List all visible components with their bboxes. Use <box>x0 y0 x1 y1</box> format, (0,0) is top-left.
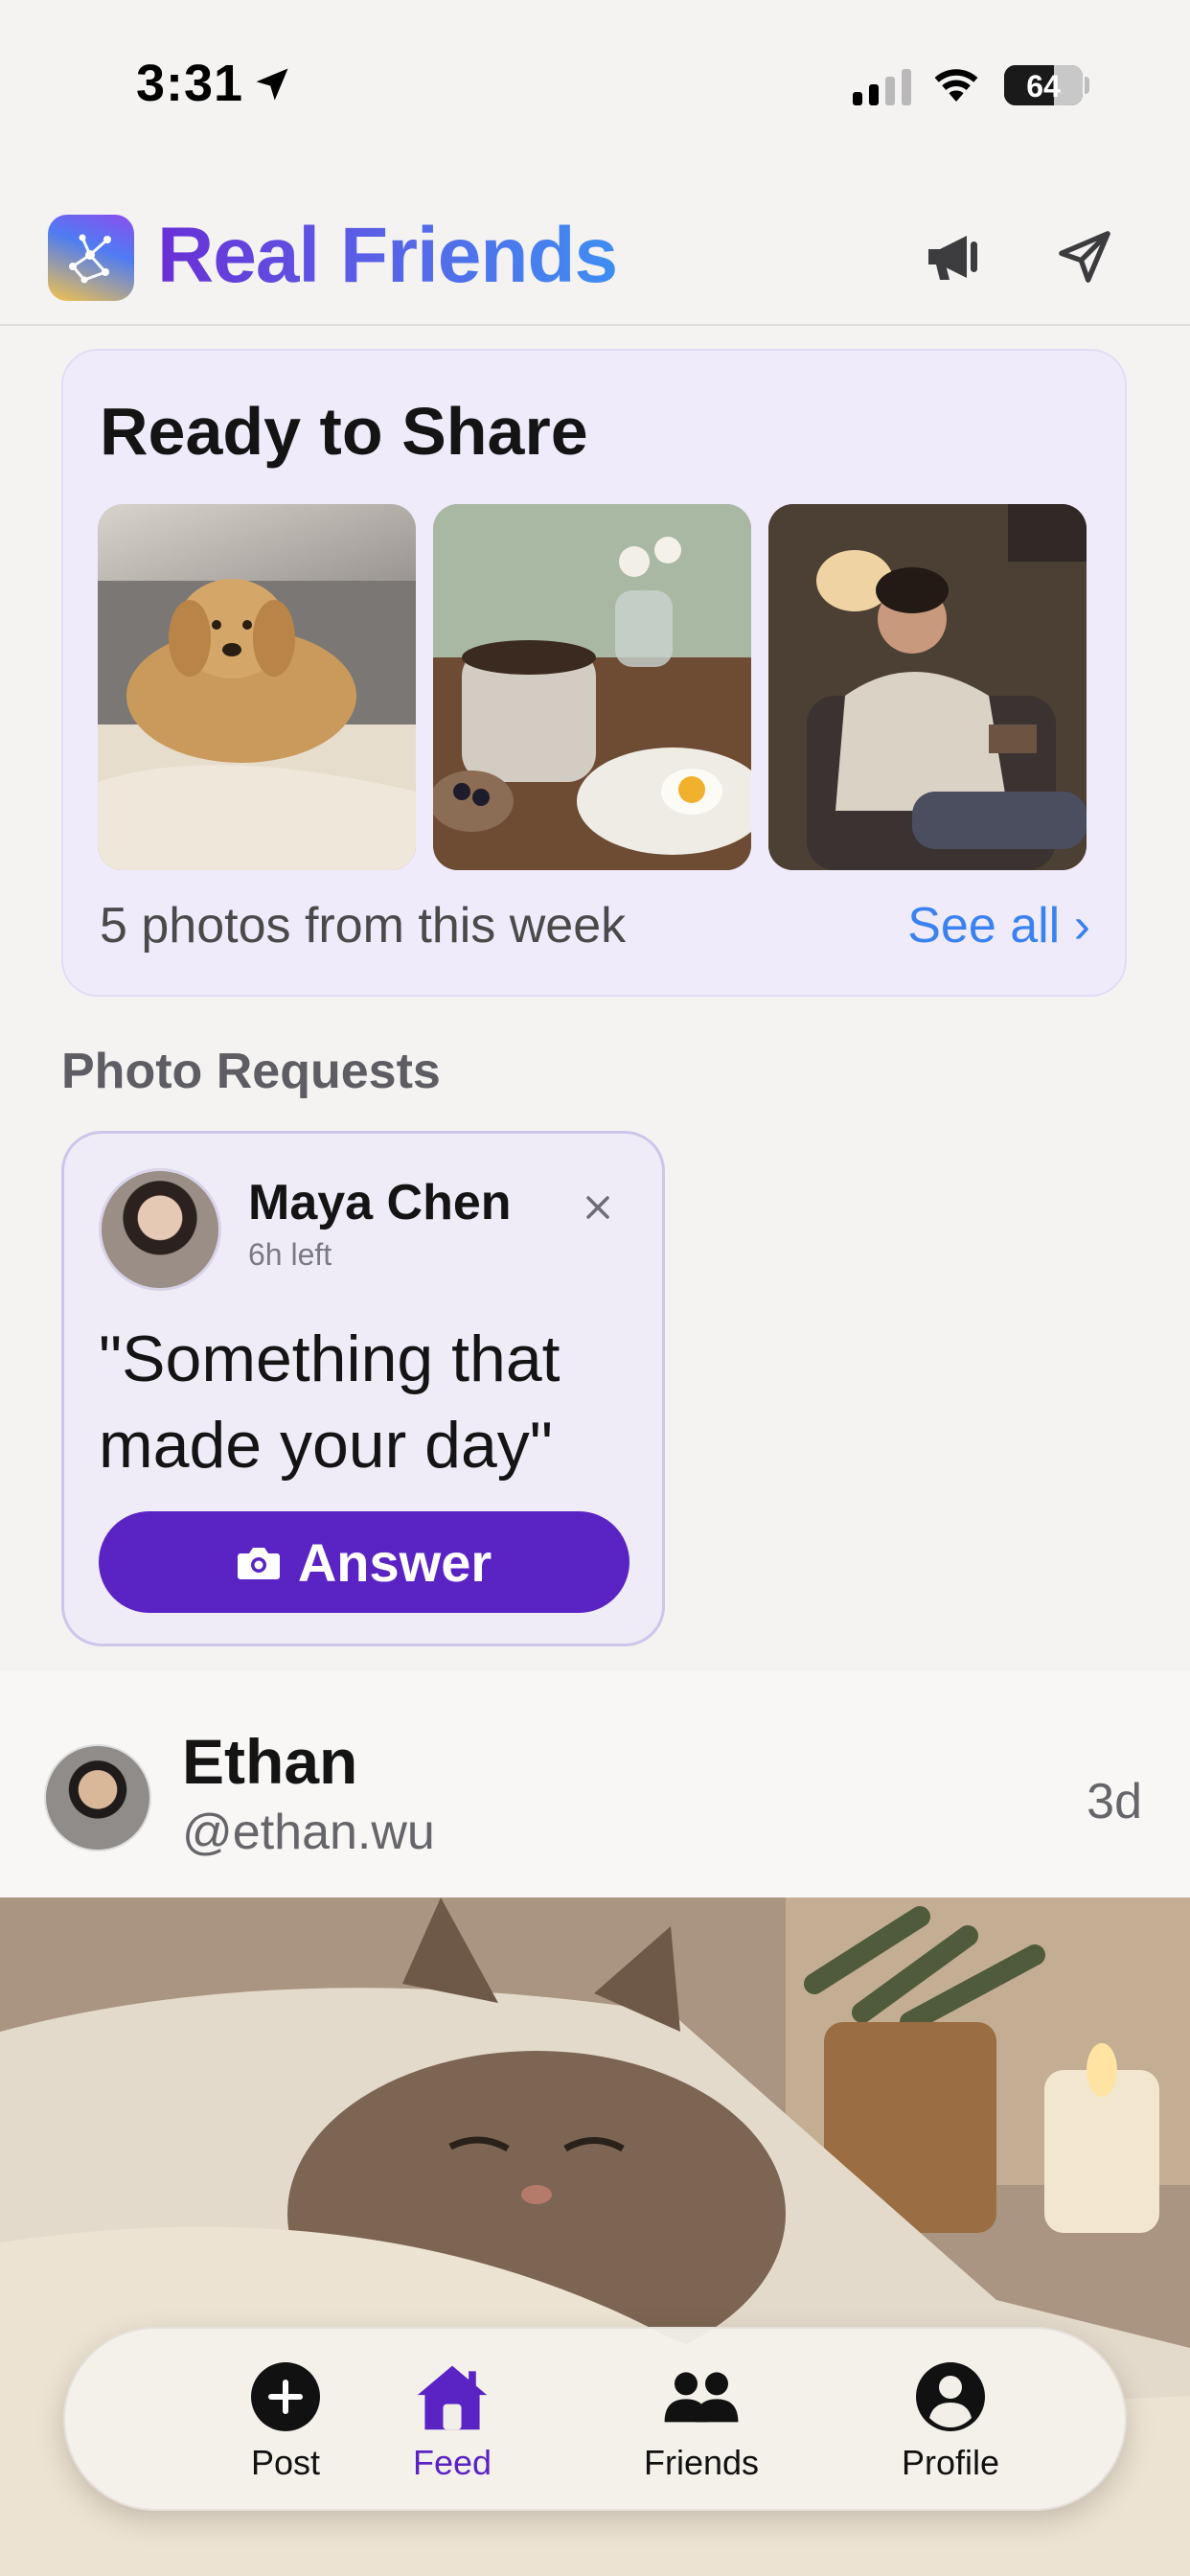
post-author-handle: @ethan.wu <box>182 1805 435 1860</box>
avatar[interactable] <box>44 1744 151 1852</box>
person-circle-icon <box>916 2362 985 2431</box>
wifi-icon <box>934 69 978 102</box>
tab-bar: Post Feed Friends Profile <box>63 2327 1127 2511</box>
tab-feed[interactable]: Feed <box>309 2329 596 2513</box>
constellation-icon <box>69 234 111 284</box>
share-photo-count: 5 photos from this week <box>100 898 627 954</box>
battery-icon: 64 <box>1004 65 1083 105</box>
ready-to-share-title: Ready to Share <box>100 394 588 469</box>
avatar[interactable] <box>99 1168 221 1291</box>
woman-reading-in-chair-photo[interactable] <box>768 504 1087 870</box>
request-prompt: "Something that made your day" <box>99 1322 561 1482</box>
send-icon <box>1059 231 1110 283</box>
megaphone-icon <box>928 236 977 280</box>
answer-button[interactable]: Answer <box>99 1511 629 1613</box>
location-arrow-icon <box>256 68 288 101</box>
battery-percent: 64 <box>1026 69 1061 104</box>
status-bar: 3:31 64 <box>0 0 1190 172</box>
app-title: Real Friends <box>157 212 618 299</box>
request-time-left: 6h left <box>248 1237 332 1272</box>
photo-requests-heading: Photo Requests <box>61 1044 441 1099</box>
tab-label-profile: Profile <box>901 2443 1000 2482</box>
battery-tip <box>1085 77 1089 94</box>
people-icon <box>664 2372 739 2423</box>
tab-profile[interactable]: Profile <box>826 2329 1075 2513</box>
post-header[interactable]: Ethan @ethan.wu 3d <box>0 1671 1190 1898</box>
cellular-signal-icon <box>853 67 911 105</box>
close-icon <box>586 1196 609 1219</box>
photo-request-card[interactable]: Maya Chen 6h left "Something that made y… <box>61 1131 665 1646</box>
tab-label-friends: Friends <box>643 2443 760 2482</box>
app-header: Real Friends <box>0 192 1190 326</box>
answer-button-label: Answer <box>297 1531 492 1593</box>
tab-label-post: Post <box>250 2443 321 2482</box>
home-icon <box>417 2365 488 2430</box>
ready-to-share-card[interactable]: Ready to Share 5 photos from this week S… <box>61 349 1127 997</box>
post-author-name[interactable]: Ethan <box>182 1725 357 1798</box>
announcements-button[interactable] <box>916 220 989 293</box>
plus-circle-icon <box>251 2362 320 2431</box>
app-logo <box>48 215 134 301</box>
camera-icon <box>237 1548 280 1579</box>
tab-label-feed: Feed <box>412 2443 492 2482</box>
see-all-link[interactable]: See all › <box>907 897 1090 954</box>
dismiss-request-button[interactable] <box>574 1184 622 1231</box>
status-time: 3:31 <box>136 55 244 112</box>
golden-retriever-on-couch-photo[interactable] <box>98 504 416 870</box>
post-timestamp: 3d <box>1087 1774 1142 1829</box>
send-button[interactable] <box>1048 220 1121 293</box>
coffee-and-breakfast-photo[interactable] <box>433 504 751 870</box>
tab-friends[interactable]: Friends <box>577 2329 826 2513</box>
requester-name: Maya Chen <box>248 1175 512 1230</box>
